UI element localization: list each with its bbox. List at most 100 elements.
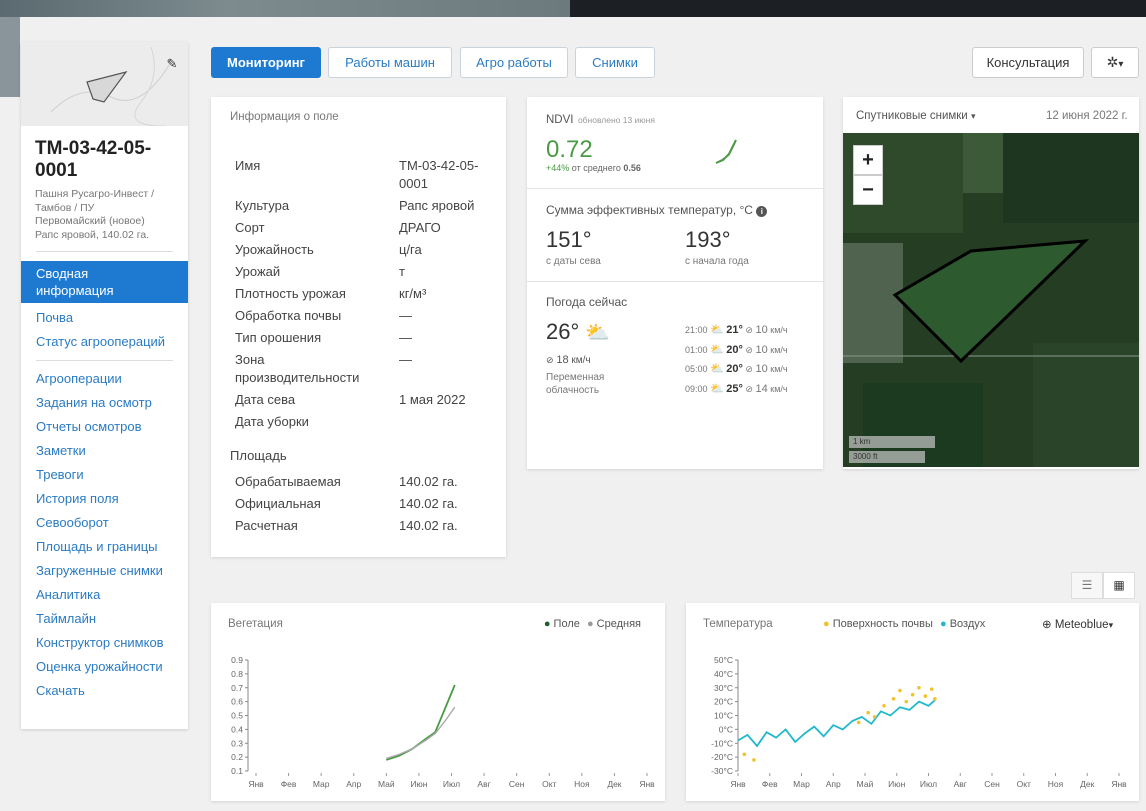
data-point [923, 694, 928, 698]
sidebar-item-alerts[interactable]: Тревоги [21, 463, 188, 487]
satellite-date: 12 июня 2022 г. [1046, 110, 1128, 122]
x-tick-label: Дек [607, 779, 621, 789]
wind-icon: ⊘ [546, 355, 554, 365]
x-tick-label: Июн [410, 779, 427, 789]
info-label-productivity-zone: Зона производительности [235, 352, 360, 385]
weather-title: Погода сейчас [546, 295, 628, 309]
y-tick-label: 0.6 [231, 697, 243, 707]
map-zoom-out-button[interactable]: − [853, 175, 883, 205]
sidebar-item-notes[interactable]: Заметки [21, 439, 188, 463]
data-point [882, 703, 886, 708]
info-value-yield-rate: ц/га [399, 242, 422, 257]
info-icon[interactable]: i [756, 206, 768, 217]
list-view-button[interactable]: ☰ [1071, 572, 1103, 599]
sidebar-item-soil[interactable]: Почва [21, 306, 188, 330]
info-label-yield-rate: Урожайность [235, 242, 314, 257]
sidebar-item-summary[interactable]: Сводная информация [21, 261, 188, 303]
sidebar-item-timeline[interactable]: Таймлайн [21, 607, 188, 631]
sidebar-item-uploaded-images[interactable]: Загруженные снимки [21, 559, 188, 583]
tab-machine-works[interactable]: Работы машин [328, 47, 452, 78]
sidebar-item-image-builder[interactable]: Конструктор снимков [21, 631, 188, 655]
data-point [917, 685, 921, 690]
data-point [910, 692, 915, 697]
x-tick-label: Ноя [574, 779, 590, 789]
vegetation-chart: 0.9 0.8 0.7 0.6 0.5 0.4 0.3 0.2 0.1 Янв Фев Мар Апр М… [231, 655, 655, 789]
sidebar-item-agro-status[interactable]: Статус агроопераций [21, 330, 188, 354]
x-tick-label: Фев [762, 779, 778, 789]
area-label-calculated: Расчетная [235, 518, 298, 533]
sidebar-item-inspection-reports[interactable]: Отчеты осмотров [21, 415, 188, 439]
metrics-divider [527, 281, 823, 282]
sidebar-item-area-bounds[interactable]: Площадь и границы [21, 535, 188, 559]
vegetation-card: Вегетация ● Поле ● Средняя 0.9 0.8 0.7 0.6 0… [211, 603, 665, 801]
satellite-map[interactable] [843, 133, 1139, 467]
sidebar-item-analytics[interactable]: Аналитика [21, 583, 188, 607]
area-label-official: Официальная [235, 496, 321, 511]
gdd-since-sowing-label: с даты сева [546, 256, 601, 267]
data-point [891, 697, 896, 701]
ndvi-label: NDVI [546, 114, 574, 126]
top-bar [0, 0, 1146, 17]
data-point [898, 688, 902, 693]
info-label-sowing-date: Дата сева [235, 392, 296, 407]
tab-monitoring[interactable]: Мониторинг [211, 47, 321, 78]
ndvi-sparkline [715, 139, 737, 164]
sidebar: ✎ ТМ-03-42-05-0001 Пашня Русагро-Инвест … [21, 42, 188, 729]
series-line [386, 706, 456, 760]
partly-cloudy-icon: ⛅ [710, 363, 724, 375]
y-tick-label: -10°C [711, 738, 733, 748]
partly-cloudy-icon: ⛅ [710, 324, 724, 336]
chevron-down-icon: ▾ [1118, 59, 1124, 70]
settings-dropdown-button[interactable]: ✲▾ [1091, 47, 1139, 78]
info-label-variety: Сорт [235, 220, 265, 235]
sidebar-item-download[interactable]: Скачать [21, 679, 188, 703]
sidebar-item-history[interactable]: История поля [21, 487, 188, 511]
grid-view-button[interactable]: ▦ [1103, 572, 1135, 599]
consultation-button[interactable]: Консультация [972, 47, 1084, 78]
tab-images[interactable]: Снимки [575, 47, 655, 78]
y-tick-label: -30°C [711, 766, 733, 776]
field-thumbnail[interactable]: ✎ [21, 42, 188, 127]
sidebar-item-yield-estimate[interactable]: Оценка урожайности [21, 655, 188, 679]
area-label-cultivated: Обрабатываемая [235, 474, 341, 489]
x-tick-label: Авг [477, 779, 490, 789]
weather-description: Переменная облачность [546, 372, 605, 396]
x-tick-label: Янв [730, 779, 746, 789]
x-tick-label: Сен [984, 779, 1000, 789]
top-map-strip [0, 0, 570, 17]
info-value-productivity-zone: — [399, 352, 412, 367]
info-value-density: кг/м³ [399, 286, 427, 301]
sidebar-item-crop-rotation[interactable]: Севооборот [21, 511, 188, 535]
y-tick-label: 20°C [714, 697, 733, 707]
field-info-title: Информация о поле [230, 111, 339, 123]
satellite-map-image [843, 133, 1139, 467]
map-zoom-in-button[interactable]: + [853, 145, 883, 175]
field-name: ТМ-03-42-05-0001 [35, 138, 152, 181]
area-value-official: 140.02 га. [399, 496, 458, 511]
weather-wind: ⊘ 18 км/ч [546, 354, 591, 366]
x-tick-label: Апр [346, 779, 361, 789]
wind-icon: ⊘ [745, 383, 753, 394]
tab-agro-works[interactable]: Агро работы [460, 47, 568, 78]
y-tick-label: 0.8 [231, 669, 243, 679]
sidebar-item-inspection-tasks[interactable]: Задания на осмотр [21, 391, 188, 415]
x-tick-label: Авг [954, 779, 967, 789]
x-tick-label: Май [378, 779, 395, 789]
partly-cloudy-icon: ⛅ [585, 322, 611, 344]
left-map-strip [0, 17, 20, 97]
partly-cloudy-icon: ⛅ [710, 382, 724, 395]
data-point [929, 687, 934, 691]
info-value-tillage: — [399, 308, 412, 323]
ndvi-delta: +44% от среднего 0.56 [546, 163, 641, 173]
x-tick-label: Мар [793, 779, 810, 789]
edit-field-button[interactable]: ✎ [164, 56, 180, 72]
info-value-harvest: т [399, 264, 405, 279]
temperature-chart: 50°C 40°C 30°C 20°C 10°C 0°C -10°C -20°C -30°C Ян… [711, 655, 1127, 789]
ndvi-header: NDVI обновлено 13 июня [546, 110, 655, 128]
satellite-dropdown[interactable]: Спутниковые снимки ▾ [856, 110, 975, 122]
wind-icon: ⊘ [745, 364, 753, 374]
sidebar-item-agrooperations[interactable]: Агрооперации [21, 367, 188, 391]
x-tick-label: Июл [920, 779, 937, 789]
y-tick-label: 0.9 [231, 655, 243, 665]
y-tick-label: 0.2 [231, 752, 243, 762]
